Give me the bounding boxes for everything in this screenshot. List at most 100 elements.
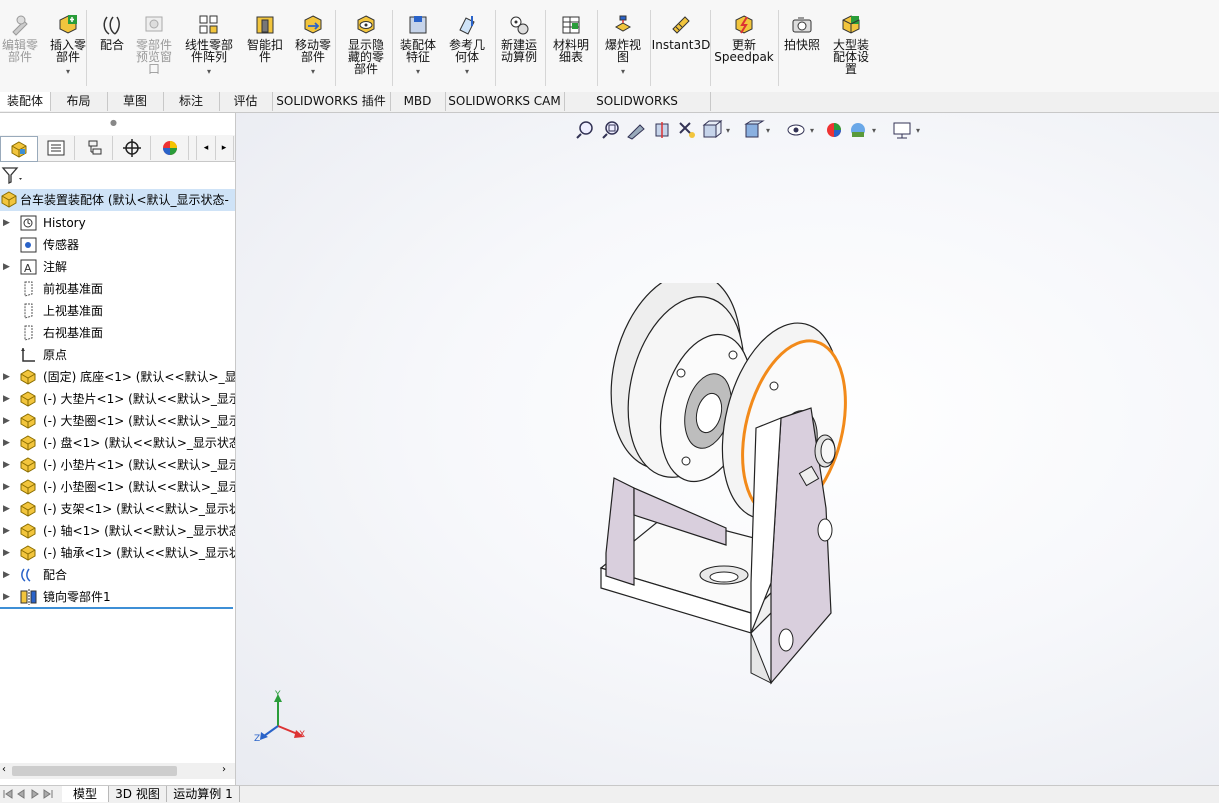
tree-item[interactable]: ▶ History — [0, 212, 235, 234]
expand-icon[interactable]: ▶ — [3, 454, 10, 476]
last-tab-icon[interactable] — [43, 789, 53, 799]
tab-command-4[interactable]: 评估 — [219, 92, 273, 111]
dropdown-caret-icon[interactable]: ▾ — [435, 66, 499, 78]
tree-item[interactable]: 右视基准面 — [0, 322, 235, 344]
insert-component-icon — [59, 15, 77, 34]
tree-item[interactable]: 前视基准面 — [0, 278, 235, 300]
tab-bottom-0[interactable]: 模型 — [62, 786, 109, 802]
expand-icon[interactable]: ▶ — [3, 212, 10, 234]
tab-command-0[interactable]: 装配体 — [0, 92, 51, 111]
apply-scene-icon[interactable] — [851, 123, 865, 137]
large-assembly-settings-button[interactable]: 大型装 配体设 置 — [819, 14, 883, 75]
linear-pattern-label: 线性零部 件阵列 — [184, 38, 233, 64]
tab-command-8[interactable]: SOLIDWORKS Inspection — [564, 92, 711, 127]
expand-icon[interactable]: ▶ — [3, 520, 10, 542]
command-manager-tabs: 装配体 布局 草图 标注 评估 SOLIDWORKS 插件 MBD SOLIDWORKS CA… — [0, 92, 1219, 127]
expand-icon[interactable]: ▶ — [3, 498, 10, 520]
display-style-icon[interactable] — [744, 120, 765, 138]
trolley-assembly-model[interactable] — [576, 283, 876, 703]
rollback-bar[interactable] — [0, 607, 233, 609]
tree-item[interactable]: 传感器 — [0, 234, 235, 256]
tree-item-label: 前视基准面 — [43, 282, 104, 296]
scrollbar-thumb[interactable] — [12, 766, 177, 776]
graphics-area[interactable]: ▾ ▾ ▾ ▾ ▾ Y X Z — [236, 113, 1219, 785]
panel-splitter[interactable]: ● — [0, 113, 235, 136]
previous-view-icon[interactable] — [627, 124, 645, 140]
tab-command-6[interactable]: MBD — [390, 92, 446, 111]
dynamic-annotation-icon[interactable] — [679, 122, 695, 138]
update-speedpak-icon — [735, 15, 753, 34]
expand-icon[interactable]: ▶ — [3, 256, 10, 278]
filter-icon[interactable] — [1, 166, 25, 186]
part-icon — [20, 479, 36, 495]
tree-item[interactable]: ▶ (-) 小垫片<1> (默认<<默认>_显示 — [0, 454, 235, 476]
scroll-right-icon[interactable]: › — [222, 764, 226, 775]
tree-root-assembly[interactable]: 台车装置装配体 (默认<默认_显示状态- — [0, 189, 235, 211]
tab-display-manager[interactable] — [152, 136, 189, 160]
hide-show-items-icon[interactable] — [787, 124, 805, 136]
tree-horizontal-scrollbar[interactable]: ‹ › — [0, 763, 235, 779]
tree-item[interactable]: ▶ (-) 轴承<1> (默认<<默认>_显示状 — [0, 542, 235, 564]
zoom-to-fit-icon[interactable] — [576, 121, 593, 139]
assembly-icon — [1, 191, 17, 208]
zoom-to-area-icon[interactable] — [602, 121, 619, 139]
tree-item[interactable]: ▶ (-) 轴<1> (默认<<默认>_显示状态 — [0, 520, 235, 542]
previous-tab-icon[interactable] — [17, 789, 25, 799]
tree-item[interactable]: ▶ (-) 盘<1> (默认<<默认>_显示状态 — [0, 432, 235, 454]
ribbon-separator — [86, 10, 87, 86]
feature-manager-panel: ● ◂ ▸ 台车装置装配体 (默认<默认_显示状态- ▶ History 传感器 ▶ A… — [0, 113, 236, 786]
dropdown-caret-icon[interactable]: ▾ — [591, 66, 655, 78]
tab-scroll-right[interactable]: ▸ — [215, 136, 234, 160]
tab-bottom-1[interactable]: 3D 视图 — [109, 786, 167, 802]
tree-item[interactable]: ▶ A 注解 — [0, 256, 235, 278]
tree-item[interactable]: ▶ (-) 支架<1> (默认<<默认>_显示状 — [0, 498, 235, 520]
tab-command-7[interactable]: SOLIDWORKS CAM — [445, 92, 565, 111]
expand-icon[interactable]: ▶ — [3, 366, 10, 388]
tab-command-2[interactable]: 草图 — [107, 92, 164, 111]
tab-scroll-left[interactable]: ◂ — [196, 136, 216, 160]
section-view-icon[interactable] — [655, 122, 669, 138]
expand-icon[interactable]: ▶ — [3, 564, 10, 586]
next-tab-icon[interactable] — [31, 789, 39, 799]
tab-command-3[interactable]: 标注 — [163, 92, 220, 111]
expand-icon[interactable]: ▶ — [3, 542, 10, 564]
expand-icon[interactable]: ▶ — [3, 432, 10, 454]
new-motion-study-icon — [510, 16, 529, 35]
tree-item[interactable]: 上视基准面 — [0, 300, 235, 322]
ribbon-separator — [778, 10, 779, 86]
tab-dimxpert-manager[interactable] — [114, 136, 151, 160]
tab-feature-manager[interactable] — [0, 136, 38, 162]
linear-pattern-button[interactable]: 线性零部 件阵列 ▾ — [177, 14, 241, 78]
expand-icon[interactable]: ▶ — [3, 388, 10, 410]
part-icon — [20, 457, 36, 473]
tab-configuration-manager[interactable] — [76, 136, 113, 160]
dropdown-caret-icon[interactable]: ▾ — [177, 66, 241, 78]
tab-property-manager[interactable] — [38, 136, 75, 160]
exploded-view-button[interactable]: 爆炸视 图 ▾ — [591, 14, 655, 78]
tree-item[interactable]: ▶ (-) 小垫圈<1> (默认<<默认>_显示 — [0, 476, 235, 498]
tab-command-1[interactable]: 布局 — [50, 92, 108, 111]
expand-icon[interactable]: ▶ — [3, 410, 10, 432]
tree-item[interactable]: ▶ (-) 大垫片<1> (默认<<默认>_显示 — [0, 388, 235, 410]
part-icon — [20, 369, 36, 385]
tree-item[interactable]: ▶ (-) 大垫圈<1> (默认<<默认>_显示 — [0, 410, 235, 432]
tree-item[interactable]: ▶ (固定) 底座<1> (默认<<默认>_显示 — [0, 366, 235, 388]
instant3d-button[interactable]: Instant3D — [649, 14, 713, 51]
view-orientation-icon[interactable] — [702, 119, 723, 139]
view-settings-icon[interactable] — [893, 122, 911, 139]
tab-command-5[interactable]: SOLIDWORKS 插件 — [272, 92, 391, 111]
tree-item[interactable]: ▶ 镜向零部件1 — [0, 586, 235, 608]
first-tab-icon[interactable] — [3, 789, 13, 799]
scroll-left-icon[interactable]: ‹ — [2, 764, 6, 775]
tree-item[interactable]: 原点 — [0, 344, 235, 366]
tree-item[interactable]: ▶ 配合 — [0, 564, 235, 586]
expand-icon[interactable]: ▶ — [3, 476, 10, 498]
dropdown-caret-icon[interactable]: ▾ — [36, 66, 100, 78]
update-speedpak-button[interactable]: 更新 Speedpak — [712, 14, 776, 63]
right-bracket-part[interactable] — [750, 407, 836, 685]
edit-appearance-icon[interactable] — [827, 123, 841, 137]
expand-icon[interactable]: ▶ — [3, 586, 10, 608]
tab-bottom-2[interactable]: 运动算例 1 — [167, 786, 240, 802]
model-view-tabs: 模型 3D 视图 运动算例 1 — [0, 785, 1219, 803]
part-icon — [20, 435, 36, 451]
